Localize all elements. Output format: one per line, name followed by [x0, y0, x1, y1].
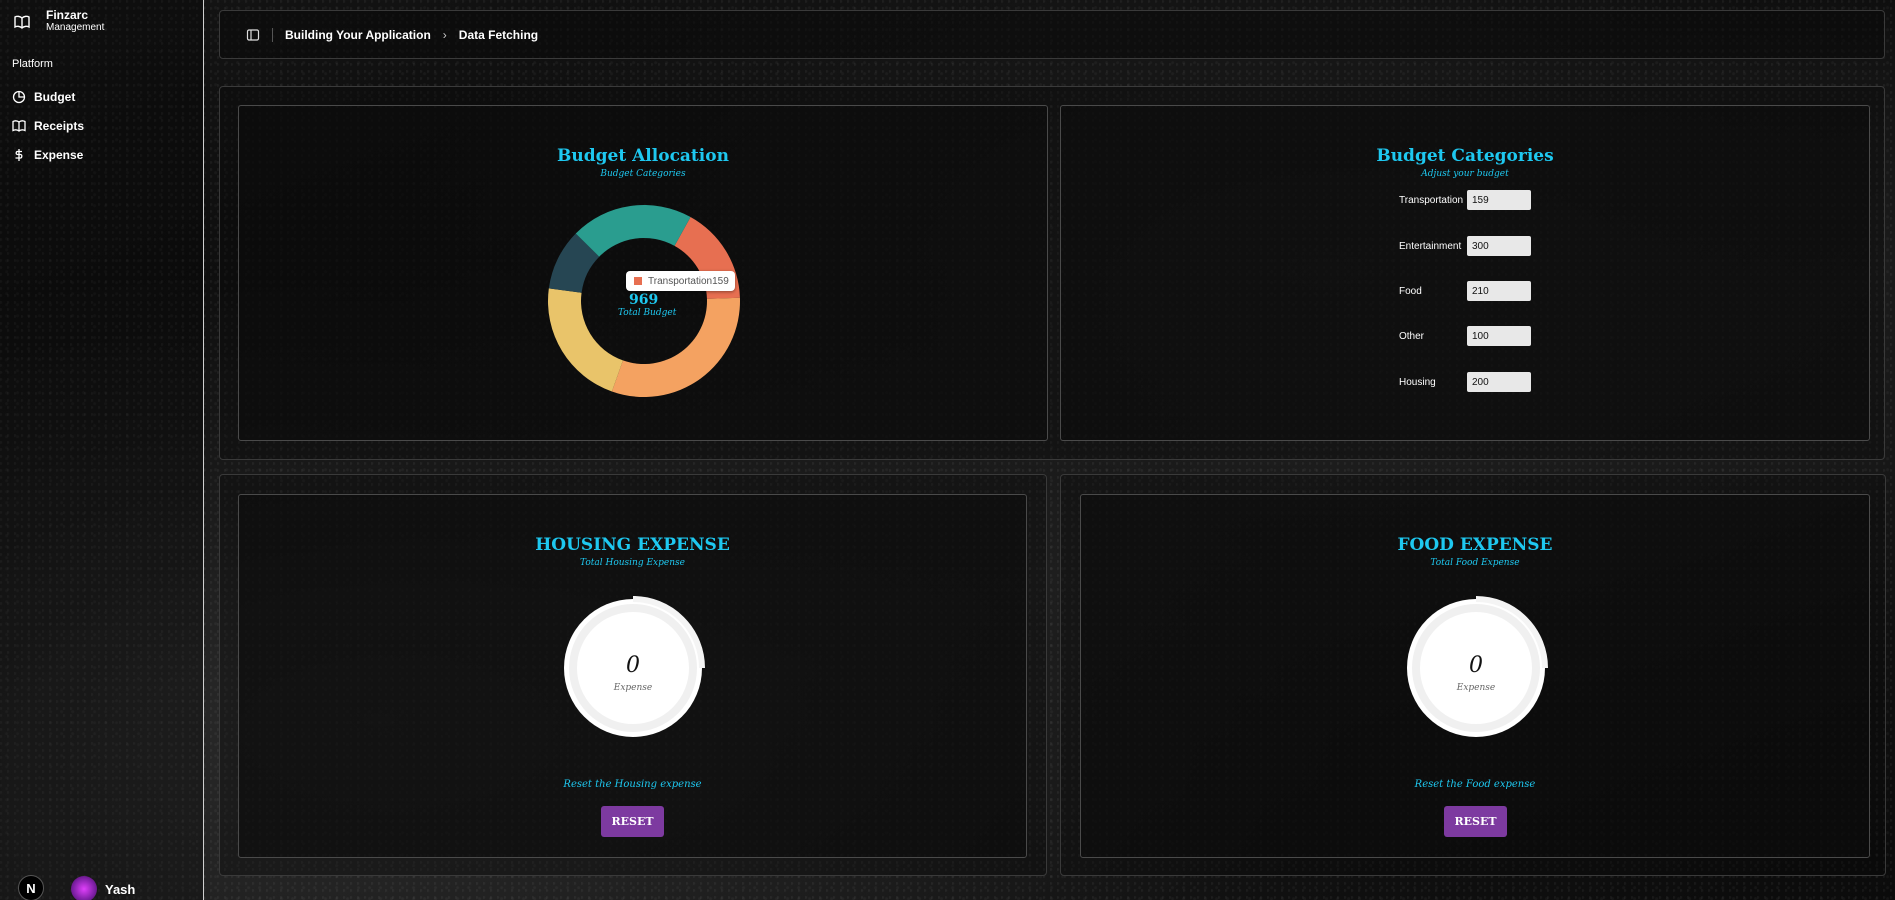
- card-title: HOUSING EXPENSE: [535, 535, 730, 555]
- book-icon: [12, 119, 26, 132]
- category-row-housing: Housing: [1399, 372, 1531, 392]
- category-input-housing[interactable]: [1467, 372, 1531, 392]
- category-row-transportation: Transportation: [1399, 190, 1531, 210]
- sidebar-item-expense[interactable]: Expense: [12, 140, 84, 169]
- card-subtitle: Budget Categories: [600, 169, 686, 179]
- food-reset-button[interactable]: RESET: [1444, 806, 1507, 837]
- dollar-icon: [15, 148, 23, 161]
- housing-expense-label: Expense: [613, 683, 653, 693]
- sidebar-item-budget[interactable]: Budget: [12, 82, 84, 111]
- card-title: Budget Allocation: [557, 146, 729, 166]
- food-expense-label: Expense: [1456, 683, 1496, 693]
- sidebar-item-label: Expense: [34, 147, 84, 162]
- tooltip-label: Transportation: [648, 275, 713, 287]
- breadcrumb-current: Data Fetching: [458, 27, 539, 42]
- book-open-icon: [14, 15, 30, 29]
- divider: [272, 27, 273, 42]
- category-input-other[interactable]: [1467, 326, 1531, 346]
- tooltip-swatch: [634, 277, 642, 285]
- budget-categories-card: Budget Categories Adjust your budget Tra…: [1060, 105, 1870, 441]
- housing-expense-card: HOUSING EXPENSE Total Housing Expense 0 …: [238, 494, 1027, 858]
- sidebar-toggle-icon[interactable]: [246, 28, 260, 42]
- sidebar-nav: Budget Receipts Expense: [12, 82, 84, 169]
- category-label: Food: [1399, 285, 1422, 297]
- breadcrumb: Building Your Application › Data Fetchin…: [285, 28, 538, 42]
- sidebar-item-label: Receipts: [34, 118, 85, 133]
- section-label: Platform: [12, 58, 53, 70]
- brand-title: Finzarc: [46, 8, 89, 22]
- food-expense-card: FOOD EXPENSE Total Food Expense 0 Expens…: [1080, 494, 1870, 858]
- card-title: FOOD EXPENSE: [1397, 535, 1553, 555]
- brand-subtitle: Management: [46, 22, 105, 33]
- category-label: Entertainment: [1399, 240, 1462, 252]
- top-bar: Building Your Application › Data Fetchin…: [219, 10, 1885, 59]
- avatar: [71, 876, 97, 900]
- card-subtitle: Total Housing Expense: [580, 558, 685, 568]
- chart-tooltip: Transportation159: [626, 271, 735, 291]
- sidebar-item-label: Budget: [34, 89, 76, 104]
- housing-expense-value: 0: [626, 653, 640, 678]
- category-row-food: Food: [1399, 281, 1531, 301]
- card-title: Budget Categories: [1376, 146, 1554, 166]
- category-input-transportation[interactable]: [1467, 190, 1531, 210]
- brand[interactable]: Finzarc Management: [14, 8, 104, 34]
- card-subtitle: Adjust your budget: [1421, 169, 1509, 179]
- category-row-entertainment: Entertainment: [1399, 236, 1531, 256]
- breadcrumb-item[interactable]: Building Your Application: [285, 28, 431, 42]
- total-budget-value: 969: [629, 292, 659, 308]
- sidebar: Finzarc Management Platform Budget Recei…: [0, 0, 204, 900]
- pie-chart-icon: [12, 90, 26, 103]
- donut-slice-food[interactable]: [548, 288, 623, 392]
- food-expense-value: 0: [1469, 653, 1483, 678]
- chevron-right-icon: ›: [442, 27, 447, 42]
- user-name: Yash: [105, 881, 136, 897]
- user-profile[interactable]: Yash: [71, 876, 135, 900]
- sidebar-item-receipts[interactable]: Receipts: [12, 111, 84, 140]
- housing-reset-text: Reset the Housing expense: [563, 779, 702, 790]
- donut-slice-housing[interactable]: [575, 205, 691, 257]
- n-badge[interactable]: N: [18, 875, 44, 900]
- total-budget-label: Total Budget: [618, 308, 677, 318]
- category-row-other: Other: [1399, 326, 1531, 346]
- category-label: Other: [1399, 330, 1425, 342]
- food-reset-text: Reset the Food expense: [1414, 779, 1536, 790]
- card-subtitle: Total Food Expense: [1430, 558, 1520, 568]
- category-label: Transportation: [1399, 194, 1464, 206]
- category-input-entertainment[interactable]: [1467, 236, 1531, 256]
- tooltip-value: 159: [712, 275, 729, 287]
- budget-allocation-card: Budget Allocation Budget Categories 969 …: [238, 105, 1048, 441]
- housing-reset-button[interactable]: RESET: [601, 806, 664, 837]
- category-label: Housing: [1399, 376, 1436, 388]
- category-input-food[interactable]: [1467, 281, 1531, 301]
